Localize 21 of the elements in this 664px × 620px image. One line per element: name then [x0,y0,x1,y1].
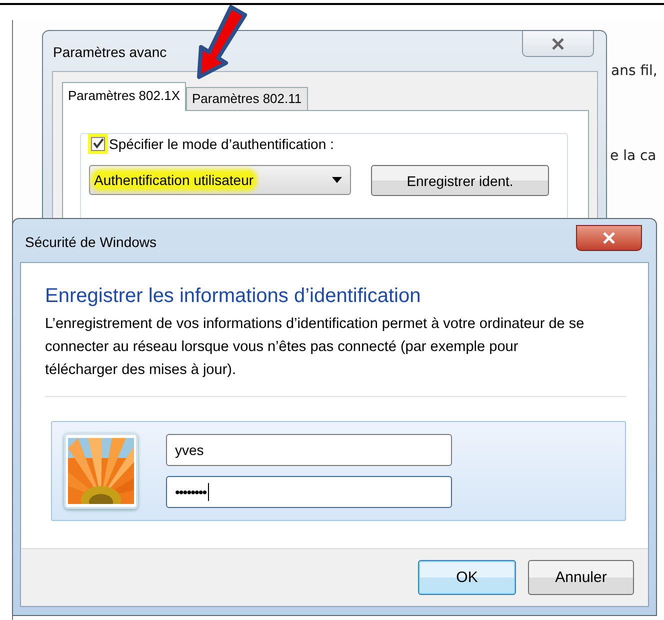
dialog-button[interactable]: Annuler [528,560,634,595]
text-cursor [208,483,210,501]
save-credentials-button[interactable]: Enregistrer ident. [371,165,549,196]
dialog-title: Paramètres avanc [53,44,167,60]
caret-icon [332,177,342,183]
dialog-title: Sécurité de Windows [25,234,157,250]
close-icon [551,38,565,50]
tab[interactable]: Paramètres 802.11 [186,87,308,110]
close-icon [602,232,616,244]
username-field[interactable]: yves [166,434,452,466]
dialog-button[interactable]: OK [418,560,516,595]
auth-mode-dropdown[interactable]: Authentification utilisateur [89,165,351,195]
description-text: L’enregistrement de vos informations d’identification permet à votre ordinateur de se connecter au réseau lorsque vous n’êtes pas connecté (par exemple pour télécharger des mises à jour). [45,315,585,380]
password-field[interactable]: •••••••• [166,476,452,508]
window-text: ans fil, [611,63,658,79]
close-button[interactable] [576,225,642,251]
tab[interactable]: Paramètres 802.1X [62,82,186,111]
window-text: e la ca [610,148,656,164]
dialog-heading: Enregistrer les informations d’identification [45,285,422,308]
close-button[interactable] [522,31,594,57]
checkbox-label: Spécifier le mode d’authentification : [109,136,334,152]
